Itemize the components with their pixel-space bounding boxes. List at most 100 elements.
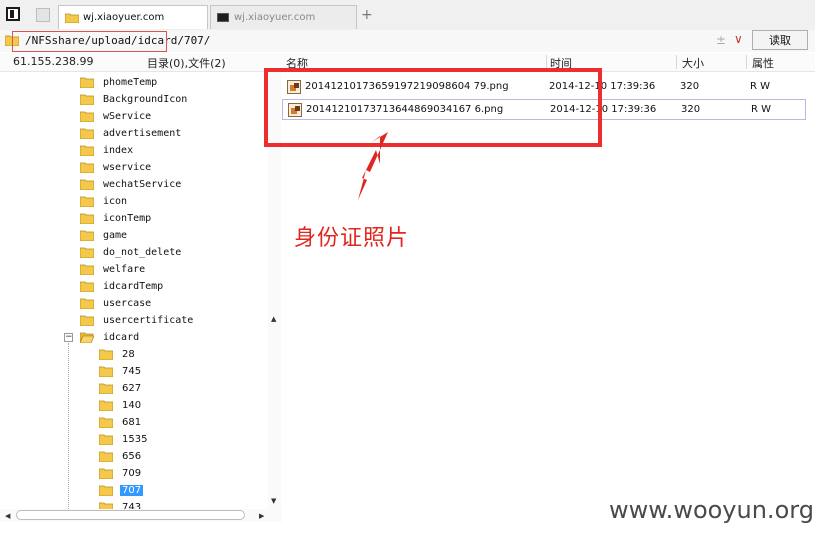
tree-folder-label: welfare (103, 264, 146, 275)
tree-folder-label: 1535 (122, 434, 148, 445)
tree-folder-label: wservice (103, 162, 152, 173)
folder-icon (80, 213, 94, 224)
tree-subfolder[interactable]: 745 (99, 363, 143, 380)
tree-connector (68, 343, 70, 513)
scrollbar-thumb[interactable] (16, 510, 245, 520)
panel-toggle-icon[interactable] (6, 7, 20, 21)
column-size[interactable]: 大小 (682, 55, 704, 71)
tree-subfolder[interactable]: 1535 (99, 431, 149, 448)
read-button[interactable]: 读取 (752, 30, 808, 50)
item-count: 目录(0),文件(2) (147, 57, 226, 70)
file-size: 320 (680, 81, 700, 92)
add-tab-button[interactable]: + (361, 7, 373, 23)
tree-folder-label: icon (103, 196, 128, 207)
column-divider[interactable] (746, 55, 747, 69)
tree-folder-label: 707 (120, 485, 144, 496)
tree-folder-label: idcardTemp (103, 281, 164, 292)
tree-folder[interactable]: usercase (80, 295, 153, 312)
tree-folder-label: advertisement (103, 128, 182, 139)
folder-icon (99, 485, 113, 496)
folder-icon (65, 13, 79, 23)
tree-folder-label: wechatService (103, 179, 182, 190)
file-attr: R W (750, 81, 771, 92)
blank-tab-icon[interactable] (36, 8, 50, 22)
tree-folder[interactable]: iconTemp (80, 210, 153, 227)
address-highlight (12, 31, 167, 52)
tree-subfolder[interactable]: 28 (99, 346, 137, 363)
tree-folder[interactable]: phomeTemp (80, 74, 159, 91)
folder-icon (99, 417, 113, 428)
column-divider[interactable] (676, 55, 677, 69)
folder-icon (80, 77, 94, 88)
folder-icon (80, 298, 94, 309)
chevron-down-icon[interactable]: ∨ (734, 32, 743, 46)
folder-icon (80, 281, 94, 292)
scroll-right-arrow-icon[interactable]: ▶ (259, 512, 264, 520)
tab-label: wj.xiaoyuer.com (83, 12, 165, 23)
tree-folder[interactable]: welfare (80, 261, 147, 278)
tree-subfolder[interactable]: 681 (99, 414, 143, 431)
tree-folder-open[interactable]: idcard (80, 329, 141, 346)
tree-folder[interactable]: wechatService (80, 176, 183, 193)
annotation-caption: 身份证照片 (294, 226, 410, 251)
tab-label: wj.xiaoyuer.com (234, 12, 316, 23)
scroll-down-arrow-icon[interactable]: ▼ (271, 497, 276, 505)
tree-folder[interactable]: BackgroundIcon (80, 91, 189, 108)
folder-icon (80, 247, 94, 258)
folder-icon (80, 230, 94, 241)
tree-folder[interactable]: idcardTemp (80, 278, 165, 295)
tree-folder-label: phomeTemp (103, 77, 158, 88)
tree-subfolder-selected[interactable]: 707 (99, 482, 144, 499)
terminal-icon (217, 13, 229, 22)
tree-folder[interactable]: usercertificate (80, 312, 195, 329)
folder-icon (80, 94, 94, 105)
tree-folder-label: idcard (103, 332, 140, 343)
folder-icon (80, 111, 94, 122)
tree-subfolder[interactable]: 709 (99, 465, 143, 482)
folder-icon (80, 315, 94, 326)
folder-icon (99, 468, 113, 479)
open-folder-icon (80, 332, 94, 343)
tree-folder[interactable]: wservice (80, 159, 153, 176)
tree-folder-label: 681 (122, 417, 142, 428)
tab-xiaoyuer-files[interactable]: wj.xiaoyuer.com (58, 5, 208, 29)
tree-folder[interactable]: icon (80, 193, 129, 210)
tree-folder-label: 745 (122, 366, 142, 377)
file-attr: R W (751, 104, 772, 115)
tree-folder[interactable]: do_not_delete (80, 244, 183, 261)
server-ip: 61.155.238.99 (13, 55, 94, 68)
folder-icon (80, 145, 94, 156)
watermark: www.wooyun.org (609, 496, 814, 524)
tree-folder-label: BackgroundIcon (103, 94, 188, 105)
column-attr[interactable]: 属性 (752, 55, 774, 71)
scroll-up-arrow-icon[interactable]: ▲ (271, 315, 276, 323)
tree-collapse-toggle[interactable]: − (64, 333, 73, 342)
folder-icon (99, 383, 113, 394)
folder-icon (80, 179, 94, 190)
folder-icon (99, 434, 113, 445)
folder-icon (99, 400, 113, 411)
tree-folder-label: wService (103, 111, 152, 122)
tree-folder-label: 28 (122, 349, 135, 360)
tree-folder-label: do_not_delete (103, 247, 182, 258)
tree-folder[interactable]: index (80, 142, 135, 159)
tree-folder-label: game (103, 230, 128, 241)
tree-folder[interactable]: game (80, 227, 129, 244)
folder-icon (99, 451, 113, 462)
tree-subfolder[interactable]: 656 (99, 448, 143, 465)
tree-folder[interactable]: advertisement (80, 125, 183, 142)
tree-subfolder[interactable]: 140 (99, 397, 143, 414)
tree-subfolder[interactable]: 627 (99, 380, 143, 397)
folder-tree: phomeTemp BackgroundIcon wService advert… (0, 72, 268, 512)
tree-folder-label: 627 (122, 383, 142, 394)
tree-folder-label: usercase (103, 298, 152, 309)
tab-xiaoyuer-terminal[interactable]: wj.xiaoyuer.com (210, 5, 357, 29)
tree-folder-label: iconTemp (103, 213, 152, 224)
folder-icon (99, 349, 113, 360)
scroll-left-arrow-icon[interactable]: ◀ (5, 512, 10, 520)
tree-folder-label: usercertificate (103, 315, 194, 326)
address-history-icon[interactable]: ± (716, 33, 726, 47)
tree-folder-label: 140 (122, 400, 142, 411)
tree-folder[interactable]: wService (80, 108, 153, 125)
column-divider[interactable] (546, 55, 547, 69)
